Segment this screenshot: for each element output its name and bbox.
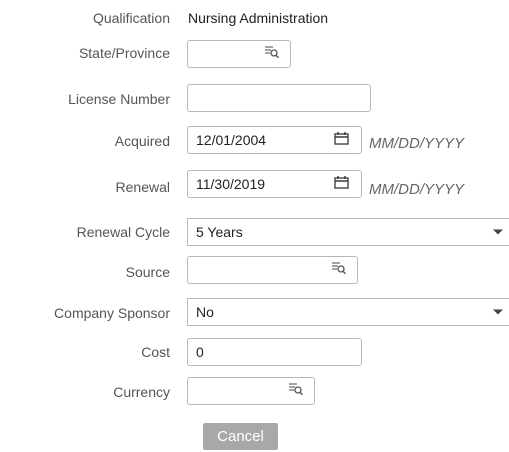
renewal-cycle-label: Renewal Cycle [76, 224, 170, 240]
renewal-date-field[interactable]: 11/30/2019 [187, 170, 362, 198]
acquired-date-format-hint: MM/DD/YYYY [369, 135, 465, 152]
renewal-cycle-value: 5 Years [196, 224, 243, 240]
chevron-down-icon[interactable] [493, 309, 503, 315]
acquired-date-field[interactable]: 12/01/2004 [187, 126, 362, 154]
lookup-icon[interactable] [288, 378, 304, 404]
cost-label: Cost [141, 344, 170, 360]
source-label: Source [125, 264, 170, 280]
calendar-icon[interactable] [334, 127, 349, 153]
chevron-down-icon[interactable] [493, 229, 503, 235]
company-sponsor-select[interactable]: No [187, 298, 509, 326]
calendar-icon[interactable] [334, 171, 349, 197]
state-province-lookup-field[interactable] [187, 40, 291, 68]
acquired-date-value: 12/01/2004 [196, 132, 267, 148]
lookup-icon[interactable] [331, 257, 347, 283]
renewal-cycle-select[interactable]: 5 Years [187, 218, 509, 246]
license-number-input[interactable] [187, 84, 371, 112]
currency-lookup-field[interactable] [187, 377, 315, 405]
currency-label: Currency [113, 384, 170, 400]
company-sponsor-value: No [196, 304, 214, 320]
renewal-date-format-hint: MM/DD/YYYY [369, 181, 465, 198]
state-province-label: State/Province [78, 45, 170, 61]
qualification-value: Nursing Administration [188, 10, 329, 26]
company-sponsor-label: Company Sponsor [54, 305, 170, 321]
renewal-date-value: 11/30/2019 [196, 176, 266, 192]
source-lookup-field[interactable] [187, 256, 358, 284]
qualification-label: Qualification [92, 10, 170, 26]
cost-input[interactable]: 0 [187, 338, 362, 366]
lookup-icon[interactable] [264, 41, 280, 67]
acquired-label: Acquired [114, 133, 170, 149]
cancel-button[interactable]: Cancel [203, 423, 278, 450]
license-number-label: License Number [68, 91, 170, 107]
renewal-label: Renewal [115, 179, 170, 195]
